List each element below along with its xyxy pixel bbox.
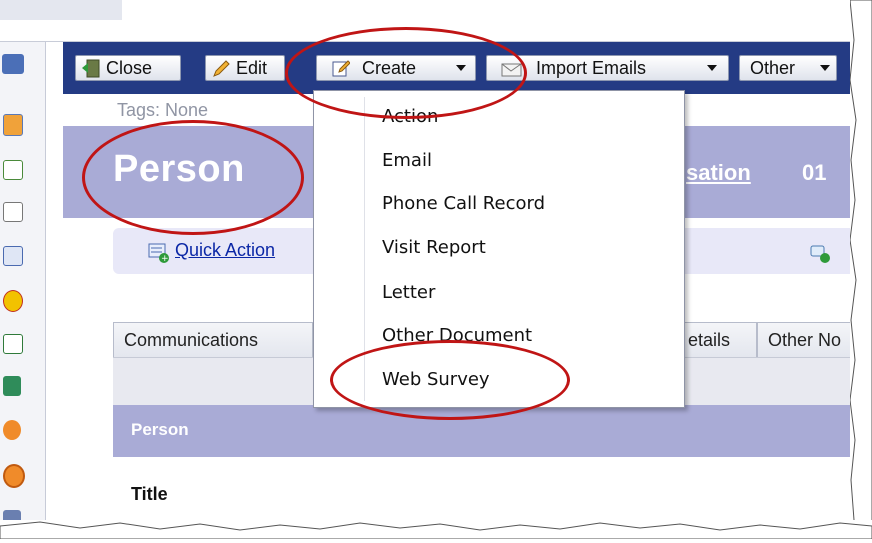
section-title: Person	[131, 420, 189, 439]
calendar-icon[interactable]	[3, 160, 23, 180]
other-button-label: Other	[750, 58, 796, 78]
sync-icon[interactable]	[3, 376, 21, 396]
close-door-icon	[81, 59, 100, 78]
contact-icon[interactable]	[3, 114, 23, 136]
torn-edge-bottom	[0, 520, 872, 540]
edit-button-label: Edit	[236, 58, 268, 78]
tab-details[interactable]: etails	[673, 322, 757, 358]
menu-item-letter[interactable]: Letter	[382, 282, 435, 303]
target-icon[interactable]	[3, 464, 25, 488]
top-tab-area	[0, 0, 122, 20]
chevron-down-icon	[707, 65, 717, 71]
other-button[interactable]: Other	[739, 55, 837, 81]
annotation-circle-web-survey	[330, 340, 570, 420]
annotation-circle-person	[82, 120, 304, 235]
checklist-icon[interactable]	[3, 334, 23, 354]
binoculars-icon[interactable]	[2, 54, 24, 74]
conversation-number: 01	[802, 160, 827, 185]
svg-text:+: +	[161, 254, 169, 263]
notes-icon[interactable]	[3, 202, 23, 222]
import-emails-label: Import Emails	[536, 58, 647, 78]
award-icon[interactable]	[3, 290, 23, 312]
close-button[interactable]: Close	[75, 55, 181, 81]
conversation-link[interactable]: sation	[686, 160, 751, 186]
tags-text: Tags: None	[117, 100, 209, 120]
pencil-icon	[211, 59, 230, 78]
quick-action-icon: +	[148, 243, 169, 264]
left-icon-rail	[0, 42, 46, 539]
chat-add-icon[interactable]	[810, 244, 832, 264]
menu-item-visit-report[interactable]: Visit Report	[382, 237, 486, 258]
tab-communications[interactable]: Communications	[113, 322, 313, 358]
person-icon[interactable]	[3, 420, 21, 440]
field-label-title: Title	[131, 484, 168, 504]
quick-action-link[interactable]: Quick Action	[175, 240, 275, 261]
annotation-circle-create	[285, 27, 527, 119]
edit-button[interactable]: Edit	[205, 55, 285, 81]
menu-item-email[interactable]: Email	[382, 150, 432, 171]
close-button-label: Close	[106, 58, 153, 78]
chevron-down-icon	[820, 65, 830, 71]
menu-item-phone-call-record[interactable]: Phone Call Record	[382, 193, 545, 214]
torn-edge-right	[849, 0, 872, 540]
grid-calendar-icon[interactable]	[3, 246, 23, 266]
